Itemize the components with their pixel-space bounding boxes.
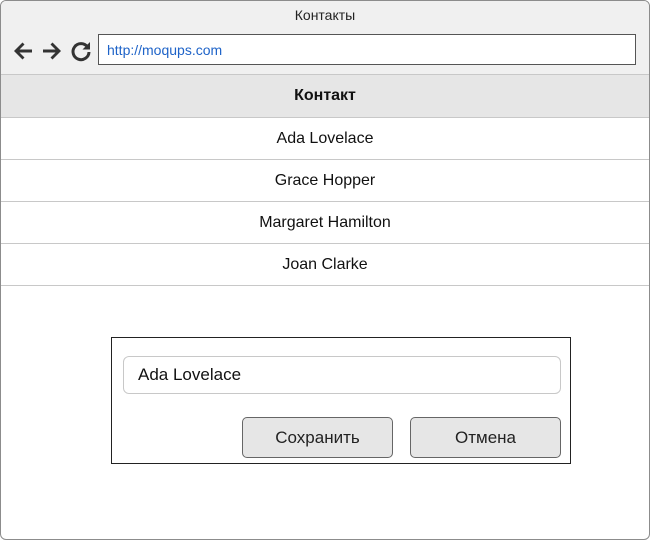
- browser-toolbar: Контакты http://moqups.com: [1, 1, 649, 75]
- url-text: http://moqups.com: [107, 42, 223, 58]
- reload-button[interactable]: [69, 39, 93, 63]
- table-row[interactable]: Margaret Hamilton: [1, 202, 649, 244]
- table-row[interactable]: Grace Hopper: [1, 160, 649, 202]
- reload-icon: [71, 42, 91, 62]
- contacts-table: Контакт Ada Lovelace Grace Hopper Margar…: [1, 75, 649, 286]
- address-bar[interactable]: http://moqups.com: [98, 34, 636, 65]
- window-title: Контакты: [294, 7, 356, 23]
- table-row[interactable]: Joan Clarke: [1, 244, 649, 286]
- table-header-contact: Контакт: [1, 75, 649, 118]
- save-button[interactable]: Сохранить: [242, 417, 393, 458]
- browser-window: Контакты http://moqups.com Контакт Ada L…: [0, 0, 650, 540]
- cancel-button[interactable]: Отмена: [410, 417, 561, 458]
- forward-button[interactable]: [40, 39, 64, 63]
- arrow-left-icon: [14, 42, 32, 60]
- edit-contact-dialog: Ada Lovelace Сохранить Отмена: [111, 337, 571, 464]
- arrow-right-icon: [43, 42, 61, 60]
- contact-name-field[interactable]: Ada Lovelace: [123, 356, 561, 394]
- table-row[interactable]: Ada Lovelace: [1, 118, 649, 160]
- back-button[interactable]: [11, 39, 35, 63]
